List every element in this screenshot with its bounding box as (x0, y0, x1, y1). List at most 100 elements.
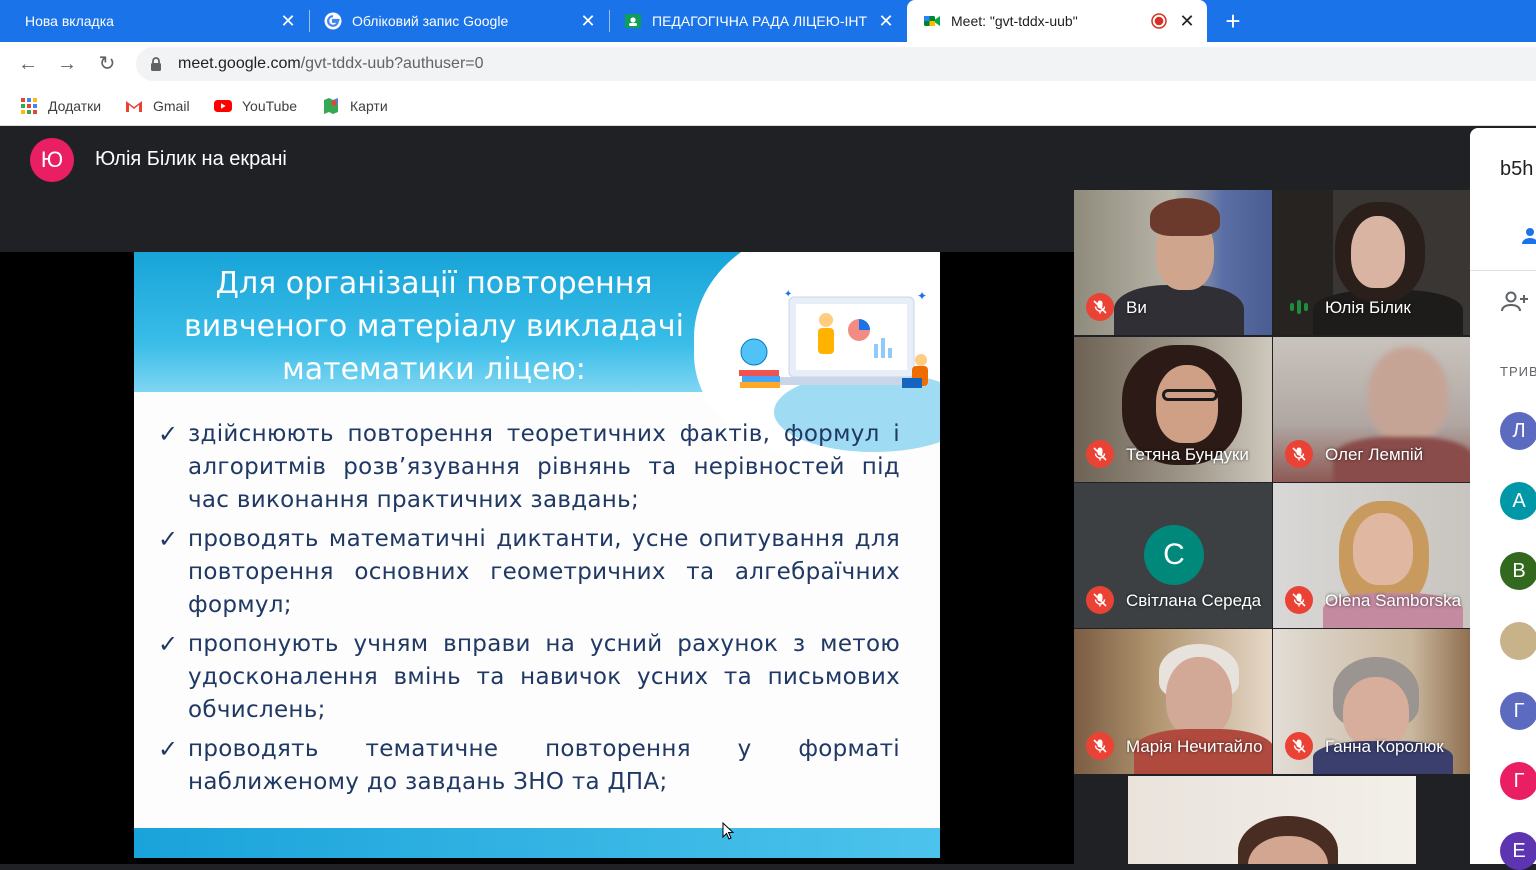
tab-title: ПЕДАГОГІЧНА РАДА ЛІЦЕЮ-ІНТ (652, 13, 868, 29)
slide-title: Для організації повторення вивченого мат… (184, 266, 684, 387)
recording-icon (1151, 13, 1167, 29)
participant-name: Olena Samborska (1325, 591, 1462, 610)
check-icon: ✓ (158, 630, 179, 658)
people-side-panel: b5h ТРИВ ЛАВГГЕ (1470, 128, 1536, 870)
slide-bullet-text: пропонують учням вправи на усний рахунок… (188, 631, 900, 723)
participant-tile[interactable]: С Світлана Середа (1074, 483, 1272, 628)
speaking-indicator-icon (1290, 300, 1308, 314)
tab-bar: Нова вкладка ✕ Обліковий запис Google ✕ … (0, 0, 1536, 42)
mic-muted-icon (1285, 732, 1313, 760)
panel-section-label: ТРИВ (1500, 364, 1536, 379)
person-face (1156, 365, 1218, 443)
participant-tile[interactable]: Ганна Королюк (1273, 629, 1471, 774)
mic-muted-icon (1285, 440, 1313, 468)
back-arrow-icon[interactable]: ← (16, 52, 40, 76)
participant-avatar[interactable]: А (1500, 482, 1536, 520)
participant-name: Ганна Королюк (1325, 737, 1444, 756)
bookmark-apps[interactable]: Додатки (20, 96, 101, 116)
classroom-icon (625, 14, 641, 28)
person-face (1353, 513, 1413, 585)
person-face (1368, 347, 1448, 442)
lock-icon (151, 57, 161, 71)
participant-tile[interactable]: Юлія Білик (1273, 190, 1471, 335)
add-person-icon[interactable] (1500, 290, 1530, 314)
check-icon: ✓ (158, 525, 179, 553)
participant-tile-partial[interactable] (1128, 776, 1416, 864)
close-icon[interactable]: ✕ (876, 11, 896, 31)
slide-bullet-text: проводять математичні диктанти, усне опи… (188, 526, 900, 618)
slide-bullet-list: ✓ здійснюють повторення теоретичних факті… (158, 418, 900, 805)
participant-avatar[interactable] (1500, 622, 1536, 660)
tab-title: Meet: "gvt-tddx-uub" (951, 13, 1078, 29)
presenter-title: Юлія Білик на екрані (95, 148, 287, 170)
bookmark-label: Gmail (153, 98, 190, 114)
maps-icon (324, 98, 338, 114)
participant-tile[interactable]: Ви (1074, 190, 1272, 335)
mic-muted-icon (1086, 440, 1114, 468)
participant-avatar[interactable]: В (1500, 552, 1536, 590)
close-icon[interactable]: ✕ (578, 11, 598, 31)
mic-muted-icon (1086, 293, 1114, 321)
slide-footer-bar (134, 828, 940, 858)
panel-divider (1470, 270, 1536, 271)
participant-name: Юлія Білик (1325, 298, 1411, 317)
address-bar[interactable]: meet.google.com/gvt-tddx-uub?authuser=0 (136, 47, 1536, 81)
participant-tile[interactable]: Марія Нечитайло (1074, 629, 1272, 774)
meet-stage: Ю Юлія Білик на екрані Для організації п… (0, 128, 1471, 864)
url-text: meet.google.com/gvt-tddx-uub?authuser=0 (178, 55, 484, 73)
slide-bullet: ✓ проводять математичні диктанти, усне оп… (158, 523, 900, 622)
person-face (1351, 216, 1405, 288)
person-glasses (1162, 389, 1218, 401)
meet-icon (924, 16, 940, 26)
participant-avatar[interactable]: Е (1500, 832, 1536, 870)
gmail-icon (126, 101, 142, 112)
laptop-study-illustration: ✦ ✦ (739, 289, 929, 388)
check-icon: ✓ (158, 420, 179, 448)
check-icon: ✓ (158, 735, 179, 763)
bookmark-maps[interactable]: Карти (322, 96, 388, 116)
participant-name: Тетяна Бундуки (1126, 445, 1249, 464)
close-icon[interactable]: ✕ (1177, 11, 1197, 31)
participant-tile[interactable]: Olena Samborska (1273, 483, 1471, 628)
mouse-cursor-icon (722, 822, 734, 840)
presentation-slide: Для організації повторення вивченого мат… (134, 252, 940, 858)
meeting-code: b5h (1500, 158, 1534, 180)
person-face (1166, 657, 1232, 737)
reload-icon[interactable]: ↻ (95, 52, 119, 76)
svg-text:✦: ✦ (917, 289, 927, 303)
tab-title: Нова вкладка (25, 13, 114, 29)
google-icon (324, 12, 342, 30)
participant-name: Світлана Середа (1126, 591, 1262, 610)
bookmark-label: Карти (350, 98, 388, 114)
close-icon[interactable]: ✕ (278, 11, 298, 31)
participant-avatar[interactable]: Г (1500, 692, 1536, 730)
new-tab-button[interactable]: + (1218, 6, 1248, 36)
forward-arrow-icon[interactable]: → (55, 52, 79, 76)
tab-new-tab[interactable]: Нова вкладка ✕ (0, 0, 308, 42)
svg-text:✦: ✦ (784, 289, 792, 300)
browser-toolbar: ← → ↻ meet.google.com/gvt-tddx-uub?authu… (0, 42, 1536, 86)
participant-avatar[interactable]: Г (1500, 762, 1536, 800)
slide-bullet: ✓ проводять тематичне повторення у формат… (158, 733, 900, 799)
bookmark-gmail[interactable]: Gmail (125, 96, 190, 116)
mic-muted-icon (1086, 586, 1114, 614)
participant-avatar[interactable]: Л (1500, 412, 1536, 450)
screen-share[interactable]: Для організації повторення вивченого мат… (0, 252, 1074, 864)
participant-tile[interactable]: Тетяна Бундуки (1074, 337, 1272, 482)
slide-bullet-text: здійснюють повторення теоретичних фактів… (188, 421, 900, 513)
slide-bullet: ✓ здійснюють повторення теоретичних факті… (158, 418, 900, 517)
participant-tile[interactable]: Олег Лемпій (1273, 337, 1471, 482)
slide-bullet-text: проводять тематичне повторення у форматі… (188, 736, 900, 795)
mic-muted-icon (1285, 586, 1313, 614)
youtube-icon (214, 100, 232, 112)
url-host: meet.google.com (178, 55, 301, 72)
tab-pedagogical-council[interactable]: ПЕДАГОГІЧНА РАДА ЛІЦЕЮ-ІНТ ✕ (610, 0, 906, 42)
tab-meet[interactable]: Meet: "gvt-tddx-uub" ✕ (907, 0, 1207, 42)
participant-avatar: С (1144, 525, 1204, 585)
bookmark-label: Додатки (48, 98, 102, 114)
people-icon[interactable] (1520, 226, 1536, 246)
mic-muted-icon (1086, 732, 1114, 760)
bookmark-youtube[interactable]: YouTube (214, 96, 297, 116)
slide-bullet: ✓ пропонують учням вправи на усний рахуно… (158, 628, 900, 727)
tab-google-account[interactable]: Обліковий запис Google ✕ (310, 0, 608, 42)
